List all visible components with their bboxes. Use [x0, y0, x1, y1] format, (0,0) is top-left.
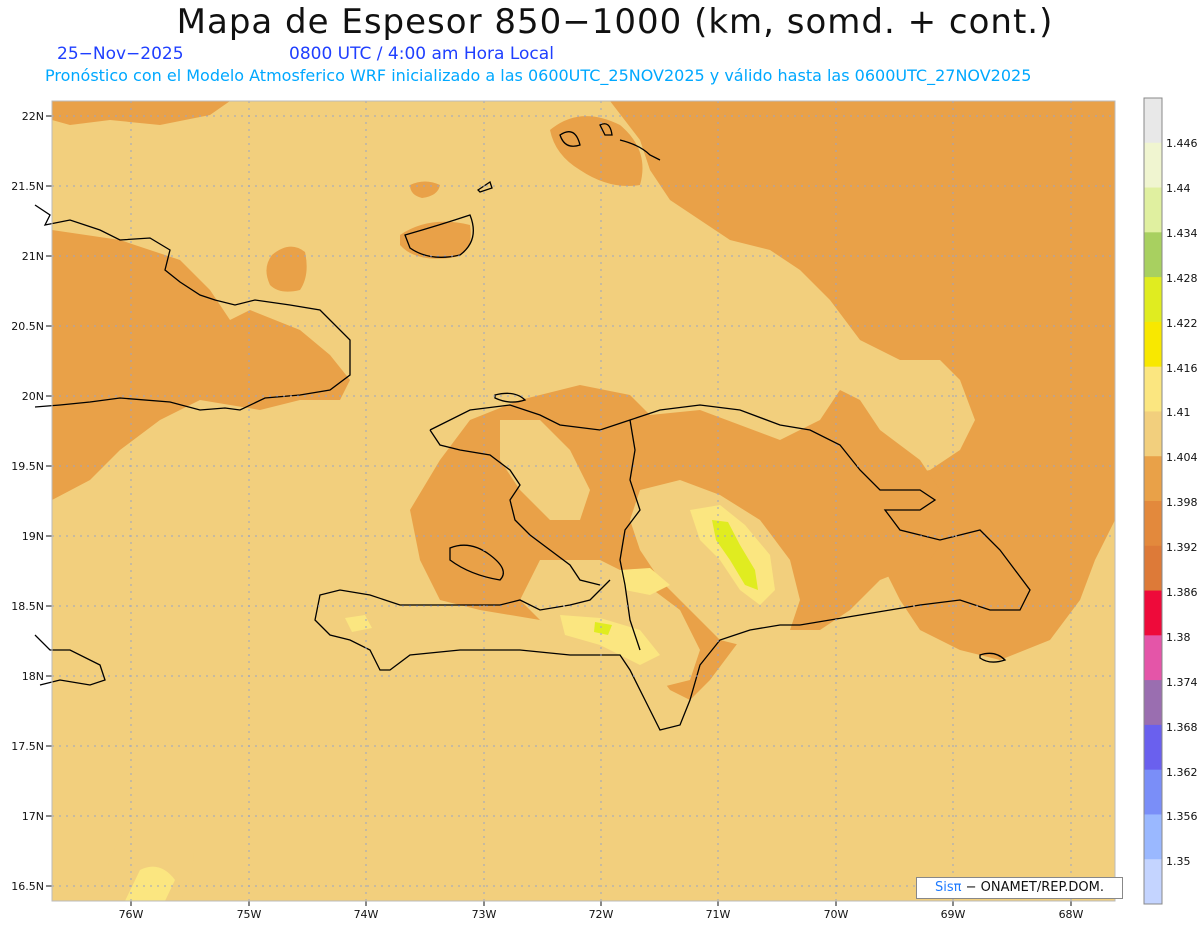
- colorbar-swatch: [1144, 456, 1162, 502]
- colorbar-swatch: [1144, 680, 1162, 726]
- colorbar-swatch: [1144, 635, 1162, 681]
- colorbar-swatch: [1144, 411, 1162, 457]
- credit-text: − ONAMET/REP.DOM.: [965, 880, 1105, 895]
- colorbar-swatch: [1144, 232, 1162, 278]
- colorbar-label: 1.404: [1166, 451, 1198, 464]
- lat-label: 18N: [22, 670, 44, 683]
- colorbar-swatch: [1144, 187, 1162, 233]
- colorbar-label: 1.356: [1166, 810, 1198, 823]
- lat-labels: 22N 21.5N 21N 20.5N 20N 19.5N 19N 18.5N …: [11, 110, 44, 893]
- lon-ticks: [130, 901, 1072, 906]
- colorbar-labels: 1.446 1.44 1.434 1.428 1.422 1.416 1.41 …: [1166, 137, 1198, 868]
- lon-label: 71W: [706, 908, 731, 921]
- lon-label: 72W: [589, 908, 614, 921]
- lon-labels: 76W 75W 74W 73W 72W 71W 70W 69W 68W: [119, 908, 1084, 921]
- colorbar-swatch: [1144, 98, 1162, 144]
- lon-label: 74W: [354, 908, 379, 921]
- colorbar-label: 1.392: [1166, 541, 1198, 554]
- thickness-map: 22N 21.5N 21N 20.5N 20N 19.5N 19N 18.5N …: [11, 97, 1198, 921]
- colorbar-swatch: [1144, 724, 1162, 771]
- colorbar-label: 1.422: [1166, 317, 1198, 330]
- colorbar-label: 1.368: [1166, 721, 1198, 734]
- colorbar-swatch: [1144, 277, 1162, 323]
- lat-label: 17N: [22, 810, 44, 823]
- colorbar-swatch: [1144, 321, 1162, 368]
- lat-ticks: [46, 115, 52, 887]
- lat-label: 18.5N: [11, 600, 44, 613]
- lat-label: 20N: [22, 390, 44, 403]
- lat-label: 20.5N: [11, 320, 44, 333]
- colorbar-swatch: [1144, 769, 1162, 815]
- colorbar-swatch: [1144, 859, 1162, 905]
- lon-label: 73W: [472, 908, 497, 921]
- colorbar-label: 1.44: [1166, 182, 1191, 195]
- colorbar-label: 1.398: [1166, 496, 1198, 509]
- colorbar-label: 1.386: [1166, 586, 1198, 599]
- credit-brand: Sisπ: [934, 880, 962, 895]
- lon-label: 76W: [119, 908, 144, 921]
- lat-label: 19.5N: [11, 460, 44, 473]
- lat-label: 22N: [22, 110, 44, 123]
- colorbar-swatch: [1144, 501, 1162, 547]
- lat-label: 19N: [22, 530, 44, 543]
- lon-label: 70W: [824, 908, 849, 921]
- colorbar-label: 1.416: [1166, 362, 1198, 375]
- colorbar-label: 1.428: [1166, 272, 1198, 285]
- colorbar: [1143, 97, 1163, 905]
- lon-label: 75W: [237, 908, 262, 921]
- colorbar-label: 1.446: [1166, 137, 1198, 150]
- lat-label: 21N: [22, 250, 44, 263]
- lon-label: 68W: [1059, 908, 1084, 921]
- colorbar-label: 1.35: [1166, 855, 1191, 868]
- colorbar-swatch: [1144, 545, 1162, 592]
- lon-label: 69W: [941, 908, 966, 921]
- lat-label: 21.5N: [11, 180, 44, 193]
- colorbar-label: 1.434: [1166, 227, 1198, 240]
- colorbar-label: 1.41: [1166, 406, 1191, 419]
- lat-label: 17.5N: [11, 740, 44, 753]
- colorbar-swatch: [1144, 590, 1162, 636]
- colorbar-swatch: [1144, 366, 1162, 412]
- colorbar-swatch: [1144, 142, 1162, 189]
- colorbar-label: 1.374: [1166, 676, 1198, 689]
- colorbar-swatch: [1144, 814, 1162, 860]
- colorbar-label: 1.362: [1166, 766, 1198, 779]
- colorbar-label: 1.38: [1166, 631, 1191, 644]
- credit-box: Sisπ − ONAMET/REP.DOM.: [916, 877, 1123, 899]
- lat-label: 16.5N: [11, 880, 44, 893]
